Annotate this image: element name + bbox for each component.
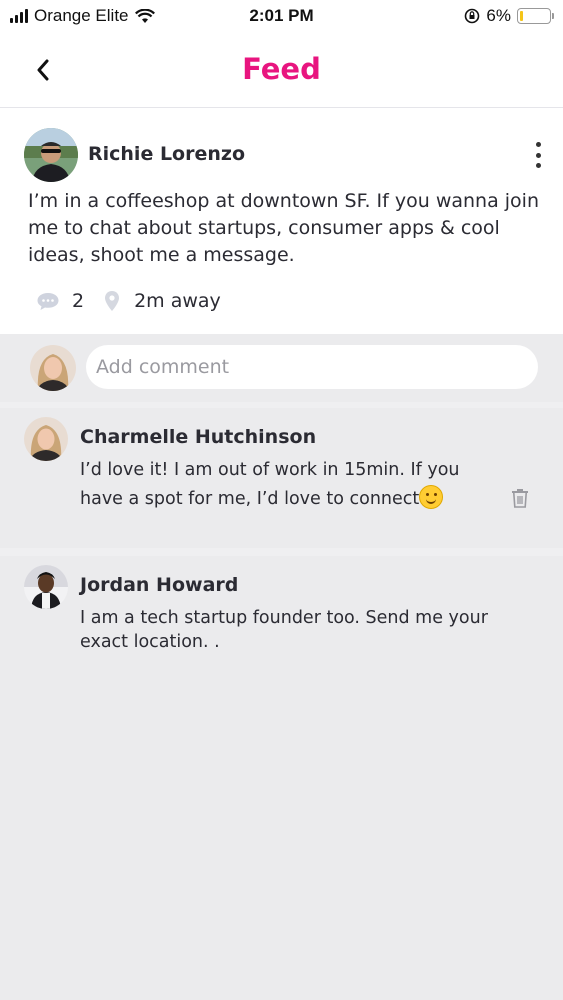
avatar[interactable] — [24, 565, 68, 609]
post-card: Richie Lorenzo I’m in a coffeeshop at do… — [0, 108, 563, 334]
more-options-button[interactable] — [528, 142, 548, 168]
add-comment-input[interactable] — [86, 345, 538, 389]
comment-author-name[interactable]: Charmelle Hutchinson — [80, 426, 316, 448]
distance-label: 2m away — [134, 290, 221, 312]
post-meta: 2 2m away — [36, 290, 221, 312]
comment-text: I am a tech startup founder too. Send me… — [80, 608, 488, 652]
avatar — [30, 345, 76, 391]
add-comment-row — [0, 334, 563, 402]
battery-icon — [517, 8, 554, 24]
location-pin-icon — [105, 291, 120, 311]
comment-item: Charmelle Hutchinson I’d love it! I am o… — [0, 408, 563, 548]
rotation-lock-icon — [465, 8, 480, 24]
battery-percent: 6% — [486, 6, 511, 25]
comment-author-name[interactable]: Jordan Howard — [80, 574, 238, 596]
trash-icon[interactable] — [511, 488, 529, 508]
nav-bar: Feed — [0, 34, 563, 108]
comment-count: 2 — [72, 290, 85, 312]
comment-text: I’d love it! I am out of work in 15min. … — [80, 460, 460, 509]
comment-item: Jordan Howard I am a tech startup founde… — [0, 556, 563, 1000]
status-bar: Orange Elite 2:01 PM 6% — [0, 0, 563, 34]
page-title: Feed — [242, 52, 321, 86]
post-author-name[interactable]: Richie Lorenzo — [88, 143, 245, 165]
avatar[interactable] — [24, 128, 78, 182]
smiling-emoji-icon — [419, 485, 444, 509]
more-vertical-icon — [535, 142, 541, 147]
avatar[interactable] — [24, 417, 68, 461]
post-body: I’m in a coffeeshop at downtown SF. If y… — [28, 190, 540, 266]
comment-bubble-icon[interactable] — [36, 291, 60, 311]
